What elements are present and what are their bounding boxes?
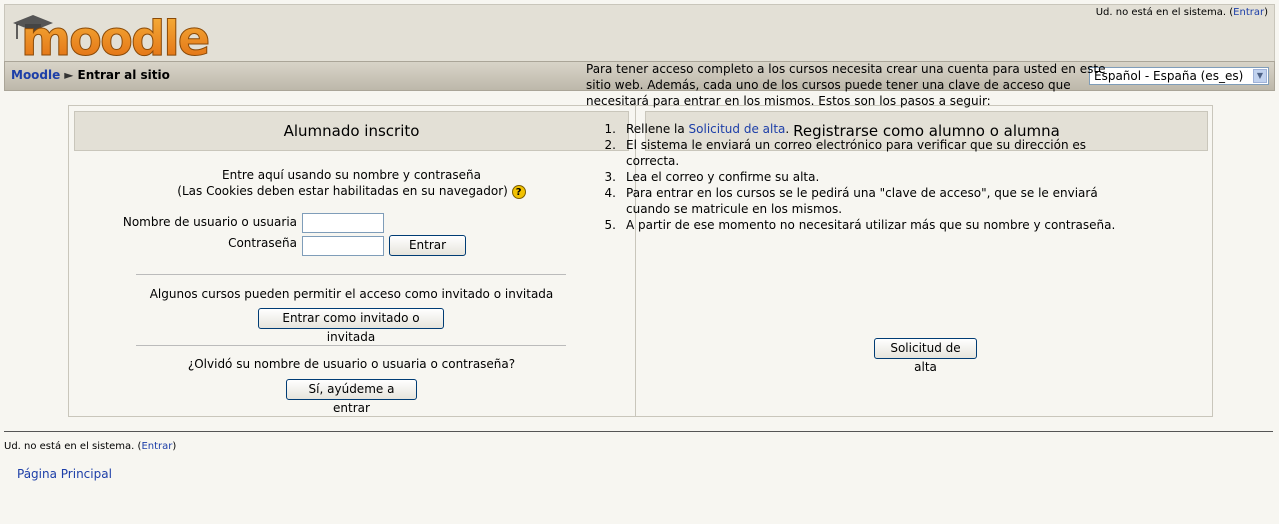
footer-divider — [4, 431, 1273, 432]
forgot-password-button[interactable]: Sí, ayúdeme a entrar — [286, 379, 417, 415]
breadcrumb-separator: ► — [64, 68, 74, 82]
footer-login-link[interactable]: Entrar — [141, 441, 172, 452]
list-item: 3. Lea el correo y confirme su alta. — [604, 170, 820, 184]
login-heading: Alumnado inscrito — [74, 111, 629, 151]
login-info: Ud. no está en el sistema. (Entrar) — [1095, 7, 1268, 18]
home-page-link[interactable]: Página Principal — [17, 467, 112, 481]
list-item: 4. Para entrar en los cursos se le pedirá… — [604, 186, 1098, 216]
svg-text:moodle: moodle — [21, 11, 209, 61]
guest-text: Algunos cursos pueden permitir el acceso… — [149, 287, 554, 301]
moodle-logo: moodle — [13, 11, 211, 61]
login-button[interactable]: Entrar — [389, 235, 466, 256]
forgot-text: ¿Olvidó su nombre de usuario o usuaria o… — [187, 357, 516, 371]
username-input[interactable] — [302, 213, 384, 233]
guest-login-button[interactable]: Entrar como invitado o invitada — [258, 308, 444, 344]
help-icon[interactable]: ? — [511, 184, 526, 199]
username-label: Nombre de usuario o usuaria — [122, 215, 297, 229]
login-link[interactable]: Entrar — [1233, 7, 1264, 18]
password-input[interactable] — [302, 236, 384, 256]
footer-login-info: Ud. no está en el sistema. (Entrar) — [4, 441, 177, 452]
breadcrumb: Moodle ► Entrar al sitio — [11, 68, 170, 82]
page-header: moodle Ud. no está en el sistema. (Entra… — [4, 4, 1275, 61]
signup-form-link[interactable]: Solicitud de alta — [689, 122, 786, 136]
login-intro: Entre aquí usando su nombre y contraseña… — [74, 167, 629, 199]
chevron-down-icon[interactable]: ▼ — [1253, 69, 1267, 83]
divider — [136, 274, 566, 275]
list-item: 1. Rellene la Solicitud de alta. — [604, 122, 790, 136]
password-label: Contraseña — [228, 236, 297, 250]
divider — [136, 345, 566, 346]
list-item: 5. A partir de ese momento no necesitará … — [604, 218, 1116, 232]
signup-button[interactable]: Solicitud de alta — [874, 338, 977, 374]
breadcrumb-current: Entrar al sitio — [77, 68, 170, 82]
signup-steps: 1. Rellene la Solicitud de alta. 2. El sis… — [586, 121, 1131, 233]
list-item: 2. El sistema le enviará un correo electr… — [604, 138, 1087, 168]
signup-intro: Para tener acceso completo a los cursos … — [586, 62, 1106, 108]
breadcrumb-home-link[interactable]: Moodle — [11, 68, 60, 82]
